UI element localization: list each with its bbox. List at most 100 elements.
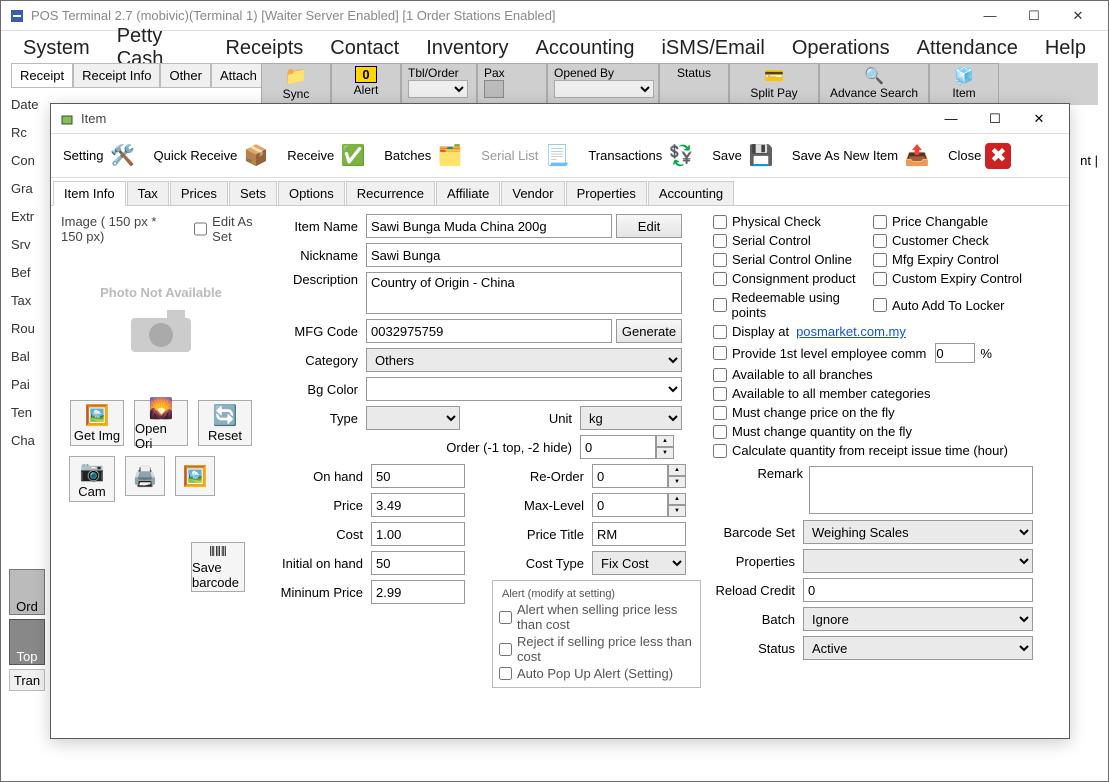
chk-customer-check[interactable]: Customer Check	[873, 233, 1033, 248]
tab-sets[interactable]: Sets	[229, 181, 277, 205]
tab-vendor[interactable]: Vendor	[501, 181, 564, 205]
save-button[interactable]: Save💾	[706, 137, 782, 175]
menu-receipts[interactable]: Receipts	[213, 33, 315, 64]
tool-status[interactable]: Status	[659, 63, 729, 105]
tab-recurrence[interactable]: Recurrence	[346, 181, 435, 205]
chk-mfg-expiry[interactable]: Mfg Expiry Control	[873, 252, 1033, 267]
setting-button[interactable]: Setting🛠️	[57, 137, 143, 175]
reject-sell-less-cost[interactable]: Reject if selling price less than cost	[499, 634, 694, 664]
chk-display-at[interactable]: Display atposmarket.com.my	[713, 324, 1033, 339]
menu-inventory[interactable]: Inventory	[414, 33, 520, 64]
chk-price-changable[interactable]: Price Changable	[873, 214, 1033, 229]
tab-properties[interactable]: Properties	[566, 181, 647, 205]
tool-split-pay[interactable]: 💳Split Pay	[729, 63, 819, 105]
properties-select[interactable]	[803, 549, 1033, 573]
chk-physical[interactable]: Physical Check	[713, 214, 873, 229]
mfg-code-input[interactable]	[366, 319, 612, 343]
chk-change-qty-fly[interactable]: Must change quantity on the fly	[713, 424, 1033, 439]
quick-receive-button[interactable]: Quick Receive📦	[147, 137, 277, 175]
chk-employee-comm[interactable]: Provide 1st level employee comm%	[713, 343, 1033, 363]
batch-select[interactable]: Ignore	[803, 607, 1033, 631]
tool-sync[interactable]: 📁Sync	[261, 63, 331, 105]
subtab-receipt-info[interactable]: Receipt Info	[73, 63, 160, 88]
img-action-1[interactable]: 🖨️	[125, 456, 165, 496]
barcode-set-select[interactable]: Weighing Scales	[803, 520, 1033, 544]
menu-accounting[interactable]: Accounting	[523, 33, 646, 64]
subtab-other[interactable]: Other	[160, 63, 211, 88]
chk-auto-locker[interactable]: Auto Add To Locker	[873, 290, 1033, 320]
chk-consignment[interactable]: Consignment product	[713, 271, 873, 286]
category-select[interactable]: Others	[366, 348, 682, 372]
posmarket-link[interactable]: posmarket.com.my	[796, 324, 906, 339]
price-title-input[interactable]	[592, 522, 686, 546]
chk-serial-online[interactable]: Serial Control Online	[713, 252, 873, 267]
minimum-price-input[interactable]	[371, 580, 465, 604]
tool-opened-by[interactable]: Opened By	[547, 63, 659, 105]
minimize-button[interactable]: —	[968, 2, 1012, 30]
subtab-attach[interactable]: Attach	[211, 63, 266, 88]
menu-operations[interactable]: Operations	[780, 33, 902, 64]
get-img-button[interactable]: 🖼️Get Img	[70, 400, 124, 446]
type-select[interactable]	[366, 406, 460, 430]
open-ori-button[interactable]: 🌄Open Ori	[134, 400, 188, 446]
serial-list-button[interactable]: Serial List📃	[475, 137, 578, 175]
reload-credit-input[interactable]	[803, 578, 1033, 602]
cam-button[interactable]: 📷Cam	[69, 456, 115, 502]
menu-contact[interactable]: Contact	[318, 33, 411, 64]
nickname-input[interactable]	[366, 243, 682, 267]
img-action-2[interactable]: 🖼️	[175, 456, 215, 496]
edit-as-set-check[interactable]: Edit As Set	[194, 214, 261, 244]
dialog-minimize-button[interactable]: —	[929, 105, 973, 133]
menu-help[interactable]: Help	[1033, 33, 1098, 64]
chk-all-branches[interactable]: Available to all branches	[713, 367, 1033, 382]
item-name-input[interactable]	[366, 214, 612, 238]
generate-mfg-button[interactable]: Generate	[616, 319, 682, 343]
max-level-input[interactable]	[592, 493, 668, 517]
comm-pct-input[interactable]	[935, 343, 975, 363]
menu-attendance[interactable]: Attendance	[905, 33, 1030, 64]
on-hand-input[interactable]	[371, 464, 465, 488]
maximize-button[interactable]: ☐	[1012, 2, 1056, 30]
unit-select[interactable]: kg	[580, 406, 682, 430]
dialog-maximize-button[interactable]: ☐	[973, 105, 1017, 133]
status-select[interactable]: Active	[803, 636, 1033, 660]
tool-pax[interactable]: Pax	[477, 63, 547, 105]
auto-popup-alert[interactable]: Auto Pop Up Alert (Setting)	[499, 666, 694, 681]
cost-type-select[interactable]: Fix Cost	[592, 551, 686, 575]
cost-input[interactable]	[371, 522, 465, 546]
save-barcode-button[interactable]: ⦀⦀⦀Save barcode	[191, 542, 245, 592]
tab-affiliate[interactable]: Affiliate	[436, 181, 500, 205]
close-dialog-button[interactable]: Close✖	[942, 139, 1017, 173]
tab-item-info[interactable]: Item Info	[53, 181, 126, 206]
tab-prices[interactable]: Prices	[170, 181, 228, 205]
subtab-receipt[interactable]: Receipt	[11, 63, 73, 88]
tool-item[interactable]: 🧊Item	[929, 63, 999, 105]
chk-custom-expiry[interactable]: Custom Expiry Control	[873, 271, 1033, 286]
chk-all-member-cat[interactable]: Available to all member categories	[713, 386, 1033, 401]
chk-redeemable[interactable]: Redeemable using points	[713, 290, 873, 320]
alert-sell-less-cost[interactable]: Alert when selling price less than cost	[499, 602, 694, 632]
save-as-new-button[interactable]: Save As New Item📤	[786, 137, 938, 175]
bottom-ord[interactable]: Ord	[9, 569, 45, 615]
reset-button[interactable]: 🔄Reset	[198, 400, 252, 446]
initial-on-hand-input[interactable]	[371, 551, 465, 575]
reorder-input[interactable]	[592, 464, 668, 488]
tab-accounting[interactable]: Accounting	[648, 181, 734, 205]
chk-serial[interactable]: Serial Control	[713, 233, 873, 248]
chk-change-price-fly[interactable]: Must change price on the fly	[713, 405, 1033, 420]
tool-advance-search[interactable]: 🔍Advance Search	[819, 63, 929, 105]
tool-alert[interactable]: 0Alert	[331, 63, 401, 105]
batches-button[interactable]: Batches🗂️	[378, 137, 471, 175]
tab-tax[interactable]: Tax	[127, 181, 169, 205]
bg-color-select[interactable]	[366, 377, 682, 401]
order-input[interactable]	[580, 435, 656, 459]
close-button[interactable]: ✕	[1056, 2, 1100, 30]
tool-tbl[interactable]: Tbl/Order	[401, 63, 477, 105]
tab-options[interactable]: Options	[278, 181, 345, 205]
dialog-close-button[interactable]: ✕	[1017, 105, 1061, 133]
remark-input[interactable]	[809, 466, 1033, 514]
bottom-tran[interactable]: Tran	[9, 669, 45, 691]
chk-calc-qty-time[interactable]: Calculate quantity from receipt issue ti…	[713, 443, 1033, 458]
receive-button[interactable]: Receive✅	[281, 137, 374, 175]
menu-system[interactable]: System	[11, 33, 102, 64]
